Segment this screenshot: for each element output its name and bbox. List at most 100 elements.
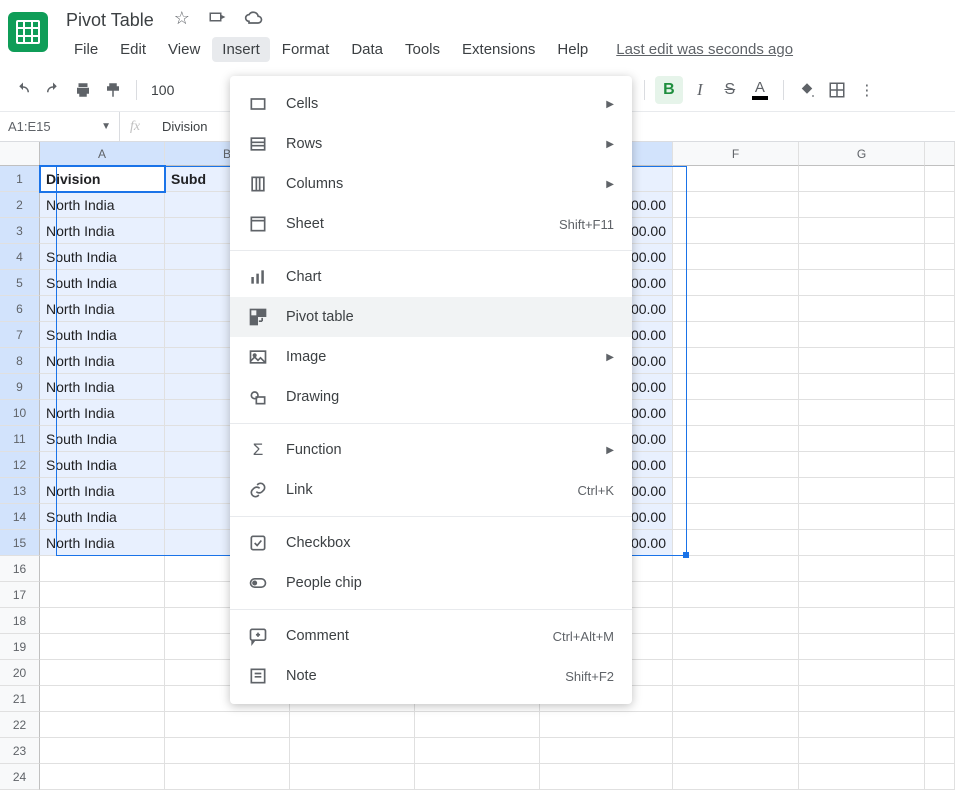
insert-menu-rows[interactable]: Rows▶ — [230, 124, 632, 164]
cell-F21[interactable] — [673, 686, 799, 712]
italic-button[interactable]: I — [687, 77, 713, 103]
insert-menu-checkbox[interactable]: Checkbox — [230, 523, 632, 563]
cell-A18[interactable] — [40, 608, 165, 634]
cell-F8[interactable] — [673, 348, 799, 374]
cell-G22[interactable] — [799, 712, 925, 738]
cell-A8[interactable]: North India — [40, 348, 165, 374]
cell-E22[interactable] — [540, 712, 673, 738]
menu-edit[interactable]: Edit — [110, 37, 156, 62]
cell-A4[interactable]: South India — [40, 244, 165, 270]
cell-G17[interactable] — [799, 582, 925, 608]
fill-color-button[interactable] — [794, 77, 820, 103]
row-header-11[interactable]: 11 — [0, 426, 40, 452]
cell-A24[interactable] — [40, 764, 165, 790]
cell-F10[interactable] — [673, 400, 799, 426]
cell-11[interactable] — [925, 426, 955, 452]
cell-A1[interactable]: Division — [40, 166, 165, 192]
insert-menu-people-chip[interactable]: People chip — [230, 563, 632, 603]
cell-B22[interactable] — [165, 712, 290, 738]
row-header-14[interactable]: 14 — [0, 504, 40, 530]
name-box-dropdown-arrow[interactable]: ▼ — [101, 121, 111, 132]
cell-A9[interactable]: North India — [40, 374, 165, 400]
cell-10[interactable] — [925, 400, 955, 426]
cell-2[interactable] — [925, 192, 955, 218]
cell-F3[interactable] — [673, 218, 799, 244]
cell-A2[interactable]: North India — [40, 192, 165, 218]
cell-17[interactable] — [925, 582, 955, 608]
bold-button[interactable]: B — [655, 76, 683, 104]
last-edit-link[interactable]: Last edit was seconds ago — [616, 41, 793, 58]
cell-F13[interactable] — [673, 478, 799, 504]
cell-24[interactable] — [925, 764, 955, 790]
cell-A17[interactable] — [40, 582, 165, 608]
cell-F12[interactable] — [673, 452, 799, 478]
cell-A19[interactable] — [40, 634, 165, 660]
cell-B24[interactable] — [165, 764, 290, 790]
cell-19[interactable] — [925, 634, 955, 660]
row-header-6[interactable]: 6 — [0, 296, 40, 322]
cell-G9[interactable] — [799, 374, 925, 400]
cell-F24[interactable] — [673, 764, 799, 790]
cell-G2[interactable] — [799, 192, 925, 218]
row-header-8[interactable]: 8 — [0, 348, 40, 374]
row-header-19[interactable]: 19 — [0, 634, 40, 660]
menu-data[interactable]: Data — [341, 37, 393, 62]
row-header-7[interactable]: 7 — [0, 322, 40, 348]
cell-G3[interactable] — [799, 218, 925, 244]
row-header-16[interactable]: 16 — [0, 556, 40, 582]
cell-13[interactable] — [925, 478, 955, 504]
cell-A13[interactable]: North India — [40, 478, 165, 504]
insert-menu-cells[interactable]: Cells▶ — [230, 84, 632, 124]
cell-A5[interactable]: South India — [40, 270, 165, 296]
cell-3[interactable] — [925, 218, 955, 244]
row-header-18[interactable]: 18 — [0, 608, 40, 634]
cell-F14[interactable] — [673, 504, 799, 530]
row-header-2[interactable]: 2 — [0, 192, 40, 218]
cell-G10[interactable] — [799, 400, 925, 426]
cell-G23[interactable] — [799, 738, 925, 764]
move-icon[interactable] — [208, 8, 226, 33]
cell-E24[interactable] — [540, 764, 673, 790]
borders-button[interactable] — [824, 77, 850, 103]
row-header-17[interactable]: 17 — [0, 582, 40, 608]
cell-F23[interactable] — [673, 738, 799, 764]
insert-menu-sheet[interactable]: SheetShift+F11 — [230, 204, 632, 244]
cell-23[interactable] — [925, 738, 955, 764]
column-header-G[interactable]: G — [799, 142, 925, 166]
cell-G14[interactable] — [799, 504, 925, 530]
cell-22[interactable] — [925, 712, 955, 738]
cell-G11[interactable] — [799, 426, 925, 452]
cell-7[interactable] — [925, 322, 955, 348]
cell-B23[interactable] — [165, 738, 290, 764]
cell-16[interactable] — [925, 556, 955, 582]
cell-A10[interactable]: North India — [40, 400, 165, 426]
cell-F20[interactable] — [673, 660, 799, 686]
cell-G4[interactable] — [799, 244, 925, 270]
row-header-10[interactable]: 10 — [0, 400, 40, 426]
cell-14[interactable] — [925, 504, 955, 530]
cell-G1[interactable] — [799, 166, 925, 192]
cell-F15[interactable] — [673, 530, 799, 556]
cell-F17[interactable] — [673, 582, 799, 608]
cell-8[interactable] — [925, 348, 955, 374]
cell-6[interactable] — [925, 296, 955, 322]
cell-G12[interactable] — [799, 452, 925, 478]
menu-insert[interactable]: Insert — [212, 37, 270, 62]
paint-format-button[interactable] — [100, 77, 126, 103]
row-header-9[interactable]: 9 — [0, 374, 40, 400]
cloud-status-icon[interactable] — [244, 8, 264, 33]
cell-F19[interactable] — [673, 634, 799, 660]
cell-G6[interactable] — [799, 296, 925, 322]
insert-menu-function[interactable]: ΣFunction▶ — [230, 430, 632, 470]
row-header-4[interactable]: 4 — [0, 244, 40, 270]
menu-format[interactable]: Format — [272, 37, 340, 62]
cell-F18[interactable] — [673, 608, 799, 634]
insert-menu-columns[interactable]: Columns▶ — [230, 164, 632, 204]
cell-F2[interactable] — [673, 192, 799, 218]
row-header-5[interactable]: 5 — [0, 270, 40, 296]
cell-A14[interactable]: South India — [40, 504, 165, 530]
cell-C22[interactable] — [290, 712, 415, 738]
insert-menu-drawing[interactable]: Drawing — [230, 377, 632, 417]
column-header-F[interactable]: F — [673, 142, 799, 166]
document-title[interactable]: Pivot Table — [64, 8, 156, 33]
